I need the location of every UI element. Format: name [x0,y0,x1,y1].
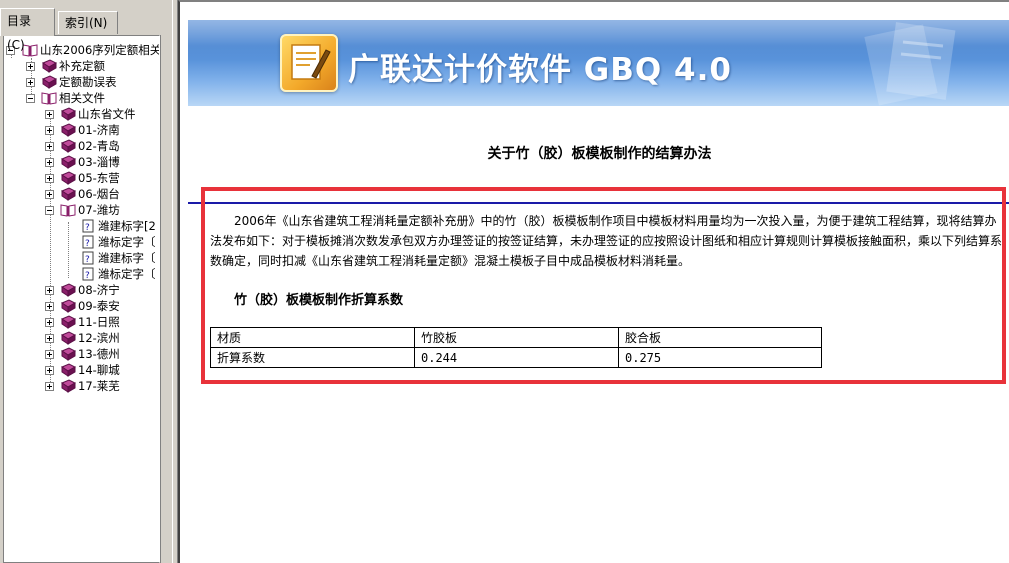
open-book-icon [60,204,76,217]
expand-toggle[interactable] [45,110,54,119]
table-cell: 胶合板 [618,327,822,348]
help-page-icon: ? [82,235,94,249]
content-frame: 广联达计价软件 GBQ 4.0 关于竹（胶）板模板制作的结算办法 2006年《山… [178,0,1009,563]
tree-item-label: 17-莱芜 [78,379,120,393]
closed-book-icon [41,75,57,89]
expand-toggle[interactable] [45,158,54,167]
table-row: 折算系数 0.244 0.275 [210,347,822,368]
tree-item-label: 山东省文件 [78,107,136,121]
tree-item-label: 潍标定字〔 [98,267,156,281]
tree-item-label: 潍标定字〔 [98,235,156,249]
expand-toggle[interactable] [45,190,54,199]
expand-toggle[interactable] [45,126,54,135]
table-header-row: 材质 竹胶板 胶合板 [210,327,822,348]
tree-item-label: 11-日照 [78,315,120,329]
tree-item-label: 07-潍坊 [78,203,120,217]
tree-item-label: 06-烟台 [78,187,120,201]
tree-item-label: 03-淄博 [78,155,120,169]
tree-item-label: 山东2006序列定额相关 [40,43,160,57]
open-book-icon [41,92,57,105]
tree-item-root[interactable]: 山东2006序列定额相关 [6,42,160,58]
pane-border [160,35,172,563]
help-page-icon: ? [82,219,94,233]
notepad-pen-icon [291,44,331,80]
closed-book-icon [60,107,76,121]
expand-toggle[interactable] [26,62,35,71]
tree-item-label: 09-泰安 [78,299,120,313]
closed-book-icon [60,315,76,329]
product-banner: 广联达计价软件 GBQ 4.0 [188,20,1009,106]
tree-item-label: 相关文件 [59,91,105,105]
help-page-icon: ? [82,251,94,265]
help-navigation-pane: 索引(N) 目录(C) 山东2006序列定额相关 补充定额 定额勘误表 相关文件 山东… [0,0,172,563]
expand-toggle[interactable] [26,78,35,87]
collapse-toggle[interactable] [45,206,54,215]
closed-book-icon [60,299,76,313]
expand-toggle[interactable] [45,142,54,151]
banner-title: 广联达计价软件 GBQ 4.0 [348,52,732,88]
closed-book-icon [60,347,76,361]
expand-toggle[interactable] [45,382,54,391]
tree-item-label: 13-德州 [78,347,120,361]
tab-index[interactable]: 索引(N) [58,11,118,34]
svg-text:?: ? [85,255,90,265]
svg-text:?: ? [85,271,90,281]
tree-connector [68,222,69,278]
table-cell: 0.275 [618,347,822,368]
document-watermark-icon [864,22,956,106]
document-title: 关于竹（胶）板模板制作的结算办法 [487,146,712,162]
table-cell: 0.244 [414,347,619,368]
expand-toggle[interactable] [45,366,54,375]
table-cell: 竹胶板 [414,327,619,348]
closed-book-icon [60,187,76,201]
tree-item-label: 定额勘误表 [59,75,117,89]
closed-book-icon [60,283,76,297]
table-heading: 竹（胶）板模板制作折算系数 [234,293,404,308]
expand-toggle[interactable] [45,350,54,359]
tree-item-label: 02-青岛 [78,139,120,153]
tree-item-label: 潍建标字[2 [98,219,156,233]
collapse-toggle[interactable] [26,94,35,103]
contents-tree[interactable]: 山东2006序列定额相关 补充定额定额勘误表相关文件山东省文件 01-济南 02-青… [3,35,160,563]
tree-item-label: 14-聊城 [78,363,120,377]
tree-item-label: 01-济南 [78,123,120,137]
svg-text:?: ? [85,223,90,233]
document-paragraph: 2006年《山东省建筑工程消耗量定额补充册》中的竹（胶）板模板制作项目中模板材料… [210,214,1003,268]
closed-book-icon [41,59,57,73]
table-cell: 折算系数 [210,347,415,368]
expand-toggle[interactable] [45,334,54,343]
tree-item-label: 补充定额 [59,59,105,73]
conversion-coefficient-table: 材质 竹胶板 胶合板 折算系数 0.244 0.275 [210,327,822,368]
tree-item-label: 05-东营 [78,171,120,185]
expand-toggle[interactable] [45,286,54,295]
closed-book-icon [60,171,76,185]
tree-item-label: 潍建标字〔 [98,251,156,265]
closed-book-icon [60,123,76,137]
closed-book-icon [60,155,76,169]
closed-book-icon [60,363,76,377]
table-cell: 材质 [210,327,415,348]
tree-connector [50,110,51,390]
app-logo-icon [280,34,338,92]
closed-book-icon [60,331,76,345]
tab-contents[interactable]: 目录(C) [0,8,55,52]
closed-book-icon [60,139,76,153]
tree-item-label: 08-济宁 [78,283,120,297]
svg-text:?: ? [85,239,90,249]
tree-item-label: 12-滨州 [78,331,120,345]
help-page-icon: ? [82,267,94,281]
expand-toggle[interactable] [45,174,54,183]
expand-toggle[interactable] [45,318,54,327]
closed-book-icon [60,379,76,393]
tab-strip: 索引(N) 目录(C) [0,0,172,52]
expand-toggle[interactable] [45,302,54,311]
